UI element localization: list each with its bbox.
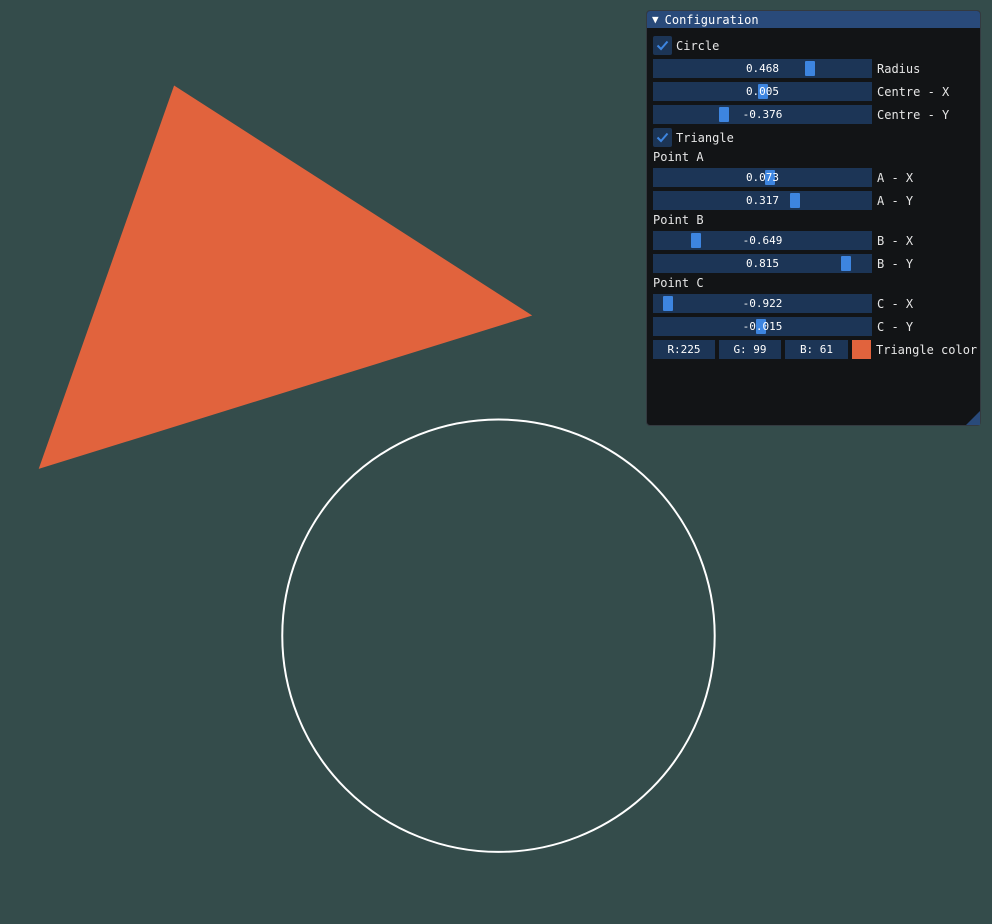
- slider-value: 0.005: [745, 85, 780, 98]
- circle-toggle-row[interactable]: Circle: [653, 36, 719, 55]
- slider-value: 0.073: [745, 171, 780, 184]
- centre-x-row: 0.005 Centre - X: [653, 82, 949, 101]
- checkmark-icon: [656, 40, 669, 51]
- window-title-bar[interactable]: ▼ Configuration: [647, 11, 980, 28]
- b-x-row: -0.649 B - X: [653, 231, 913, 250]
- slider-value: 0.815: [745, 257, 780, 270]
- a-x-label: A - X: [877, 170, 914, 185]
- b-x-slider[interactable]: -0.649: [653, 231, 872, 250]
- a-y-slider[interactable]: 0.317: [653, 191, 872, 210]
- triangle-checkbox[interactable]: [653, 128, 672, 147]
- a-y-label: A - Y: [877, 193, 914, 208]
- c-y-slider[interactable]: -0.015: [653, 317, 872, 336]
- c-x-slider[interactable]: -0.922: [653, 294, 872, 313]
- c-x-label: C - X: [877, 296, 914, 311]
- color-g-field[interactable]: G: 99: [719, 340, 781, 359]
- centre-x-slider[interactable]: 0.005: [653, 82, 872, 101]
- triangle-toggle-row[interactable]: Triangle: [653, 128, 734, 147]
- point-a-heading: Point A: [653, 150, 704, 164]
- circle-checkbox[interactable]: [653, 36, 672, 55]
- slider-value: -0.376: [742, 108, 783, 121]
- b-y-label: B - Y: [877, 256, 914, 271]
- configuration-window[interactable]: ▼ Configuration Circle 0.468 Radius 0.00…: [646, 10, 981, 426]
- slider-value: -0.922: [742, 297, 783, 310]
- centre-x-label: Centre - X: [877, 84, 950, 99]
- triangle-color-label: Triangle color: [876, 342, 978, 357]
- radius-label: Radius: [877, 61, 921, 76]
- triangle-down-icon[interactable]: ▼: [652, 13, 659, 26]
- triangle-color-row: R:225 G: 99 B: 61 Triangle color: [653, 340, 977, 359]
- checkmark-icon: [656, 132, 669, 143]
- slider-value: -0.649: [742, 234, 783, 247]
- resize-grip-icon[interactable]: [966, 411, 980, 425]
- centre-y-row: -0.376 Centre - Y: [653, 105, 949, 124]
- b-y-row: 0.815 B - Y: [653, 254, 913, 273]
- b-y-slider[interactable]: 0.815: [653, 254, 872, 273]
- color-r-field[interactable]: R:225: [653, 340, 715, 359]
- slider-value: 0.468: [745, 62, 780, 75]
- centre-y-slider[interactable]: -0.376: [653, 105, 872, 124]
- slider-value: -0.015: [742, 320, 783, 333]
- radius-slider[interactable]: 0.468: [653, 59, 872, 78]
- radius-row: 0.468 Radius: [653, 59, 920, 78]
- color-b-field[interactable]: B: 61: [785, 340, 848, 359]
- b-x-label: B - X: [877, 233, 914, 248]
- color-swatch-button[interactable]: [852, 340, 871, 359]
- point-b-heading: Point B: [653, 213, 704, 227]
- a-x-slider[interactable]: 0.073: [653, 168, 872, 187]
- point-c-heading: Point C: [653, 276, 704, 290]
- c-y-row: -0.015 C - Y: [653, 317, 913, 336]
- slider-value: 0.317: [745, 194, 780, 207]
- window-title: Configuration: [664, 12, 759, 27]
- a-y-row: 0.317 A - Y: [653, 191, 913, 210]
- c-x-row: -0.922 C - X: [653, 294, 913, 313]
- centre-y-label: Centre - Y: [877, 107, 950, 122]
- c-y-label: C - Y: [877, 319, 914, 334]
- triangle-checkbox-label: Triangle: [676, 130, 734, 145]
- a-x-row: 0.073 A - X: [653, 168, 913, 187]
- triangle-shape: [38, 85, 533, 469]
- circle-outline: [281, 418, 716, 853]
- circle-checkbox-label: Circle: [676, 38, 720, 53]
